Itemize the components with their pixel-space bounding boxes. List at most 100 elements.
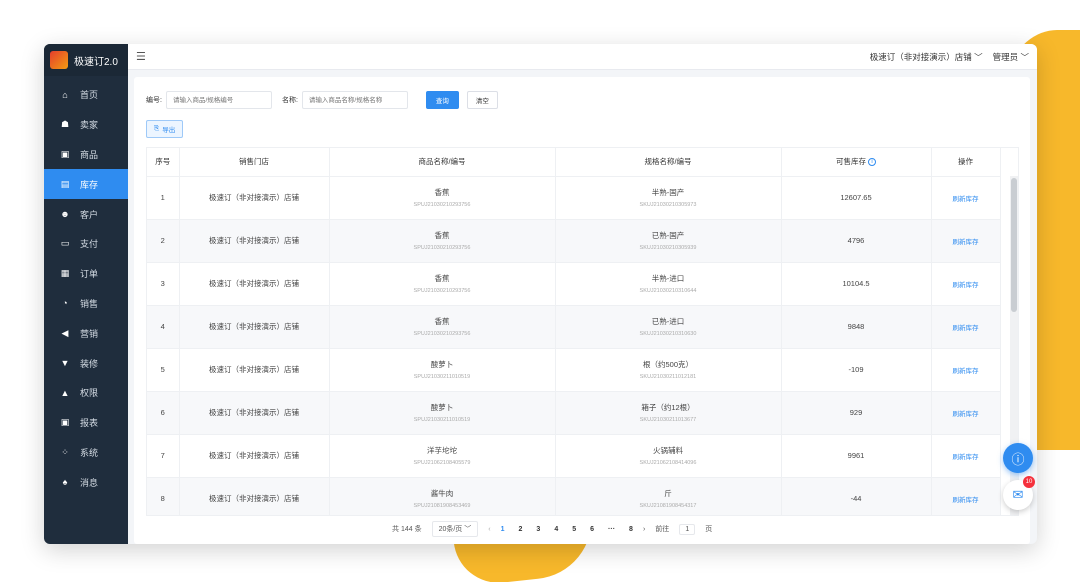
product-name: 香蕉: [434, 274, 450, 283]
scrollbar-thumb[interactable]: [1011, 178, 1017, 312]
product-name: 酱牛肉: [430, 489, 454, 498]
page-number[interactable]: 2: [519, 526, 523, 533]
cell-store: 极速订（非对接演示）店铺: [179, 434, 330, 478]
page-number[interactable]: 3: [536, 526, 540, 533]
spec-name: 箱子（约12根）: [641, 403, 695, 412]
clear-button[interactable]: 清空: [466, 91, 498, 109]
cell-action: 刷新库存: [931, 477, 1001, 515]
refresh-stock-link[interactable]: 刷新库存: [953, 239, 979, 246]
sidebar-item-system[interactable]: ⁘ 系统: [44, 438, 128, 468]
customer-icon: ☻: [60, 209, 70, 220]
page-ellipsis[interactable]: ···: [608, 526, 615, 533]
message-float-button[interactable]: ✉ 10: [1003, 476, 1035, 510]
sidebar-item-sales[interactable]: ◔ 销售: [44, 289, 128, 319]
spec-code: SKUJ21030210310630: [639, 331, 697, 337]
topbar: ☰ 极速订（非对接演示）店铺 ﹀ 管理员 ﹀: [128, 44, 1037, 70]
name-input[interactable]: [301, 91, 408, 109]
sidebar-item-goods[interactable]: ▣ 商品: [44, 140, 128, 170]
refresh-stock-link[interactable]: 刷新库存: [953, 282, 979, 289]
cell-index: 7: [147, 434, 180, 478]
marketing-icon: ◀: [61, 327, 69, 338]
page-number[interactable]: 8: [629, 526, 633, 533]
cell-action: 刷新库存: [931, 434, 1001, 478]
cell-index: 3: [147, 262, 180, 306]
cell-stock: -44: [781, 477, 932, 515]
cell-index: 4: [147, 305, 180, 349]
sidebar-item-label: 支付: [80, 239, 99, 250]
table-row: 8 极速订（非对接演示）店铺 酱牛肉 SPUJ21081908453469 斤 SK…: [147, 477, 1001, 515]
cell-action: 刷新库存: [931, 348, 1001, 392]
sidebar-item-bell[interactable]: ♠ 消息: [44, 467, 128, 497]
sidebar-item-decoration[interactable]: ▼ 装修: [44, 348, 128, 378]
sidebar-item-seller[interactable]: ☗ 卖家: [44, 110, 128, 140]
cell-stock: 9848: [781, 305, 932, 349]
cell-product: 酸萝卜 SPUJ21030211010519: [329, 391, 556, 435]
cell-product: 香蕉 SPUJ21030210293756: [329, 219, 556, 263]
sidebar-item-report[interactable]: ▣ 报表: [44, 408, 128, 438]
export-label: 导出: [162, 127, 176, 134]
spec-code: SKUJ21030210305939: [639, 245, 697, 251]
table-row: 4 极速订（非对接演示）店铺 香蕉 SPUJ21030210293756 已熟-进…: [147, 305, 1001, 349]
spec-name: 斤: [664, 489, 672, 498]
decoration-icon: ▼: [60, 358, 70, 369]
cell-store: 极速订（非对接演示）店铺: [179, 348, 330, 392]
name-label: 名称:: [281, 97, 298, 104]
export-button[interactable]: ⎘ 导出: [146, 120, 184, 138]
spec-name: 火锅辅料: [653, 446, 683, 455]
table-row: 7 极速订（非对接演示）店铺 洋芋坨坨 SPUJ21062108405579 火锅…: [147, 434, 1001, 478]
sidebar-item-order[interactable]: ▦ 订单: [44, 259, 128, 289]
refresh-stock-link[interactable]: 刷新库存: [953, 368, 979, 375]
page-size-select[interactable]: 20条/页 ﹀: [431, 521, 479, 537]
page-numbers: 1 2 3 4 5 6 ··· 8: [501, 526, 633, 533]
refresh-stock-link[interactable]: 刷新库存: [953, 196, 979, 203]
goto-suffix: 页: [705, 526, 713, 533]
page-number[interactable]: 4: [554, 526, 558, 533]
cell-product: 香蕉 SPUJ21030210293756: [329, 305, 556, 349]
refresh-stock-link[interactable]: 刷新库存: [953, 454, 979, 461]
header-index: 序号: [147, 148, 180, 177]
sales-icon: ◔: [62, 298, 68, 309]
goto-page-input[interactable]: 1: [679, 523, 696, 535]
page-number[interactable]: 5: [572, 526, 576, 533]
sidebar-item-payment[interactable]: ▭ 支付: [44, 229, 128, 259]
info-icon[interactable]: i: [868, 158, 877, 167]
spec-code: SKUJ21030210310644: [639, 288, 697, 294]
cell-stock: 12607.65: [781, 176, 932, 220]
page-number[interactable]: 6: [590, 526, 594, 533]
product-code: SPUJ21030210293756: [413, 245, 471, 251]
report-icon: ▣: [60, 417, 70, 428]
cell-product: 洋芋坨坨 SPUJ21062108405579: [329, 434, 556, 478]
sidebar-item-home[interactable]: ⌂ 首页: [44, 80, 128, 110]
sidebar-item-label: 销售: [80, 298, 99, 309]
refresh-stock-link[interactable]: 刷新库存: [953, 497, 979, 504]
lock-icon: ▲: [60, 387, 70, 398]
sidebar-item-marketing[interactable]: ◀ 营销: [44, 318, 128, 348]
prev-page-button[interactable]: ‹: [488, 526, 490, 533]
sidebar-item-lock[interactable]: ▲ 权限: [44, 378, 128, 408]
product-code: SPUJ21030210293756: [413, 331, 471, 337]
search-button[interactable]: 查询: [425, 91, 459, 109]
cell-product: 酸萝卜 SPUJ21030211010519: [329, 348, 556, 392]
home-icon: ⌂: [62, 89, 68, 100]
user-menu[interactable]: 管理员 ﹀: [993, 51, 1029, 63]
header-product: 商品名称/编号: [329, 148, 556, 177]
sidebar-item-label: 消息: [80, 477, 99, 488]
page-number[interactable]: 1: [501, 526, 505, 533]
help-float-button[interactable]: ⓘ: [1003, 443, 1033, 473]
product-name: 香蕉: [434, 317, 450, 326]
refresh-stock-link[interactable]: 刷新库存: [953, 411, 979, 418]
store-switcher[interactable]: 极速订（非对接演示）店铺 ﹀: [870, 51, 983, 63]
code-input[interactable]: [165, 91, 272, 109]
brand[interactable]: 极速订2.0: [44, 44, 128, 76]
app-title: 极速订2.0: [74, 56, 118, 68]
menu-toggle-icon[interactable]: ☰: [136, 50, 146, 63]
header-spec: 规格名称/编号: [555, 148, 782, 177]
sidebar-item-label: 系统: [80, 447, 99, 458]
sidebar-item-label: 商品: [80, 149, 99, 160]
refresh-stock-link[interactable]: 刷新库存: [953, 325, 979, 332]
sidebar-item-customer[interactable]: ☻ 客户: [44, 199, 128, 229]
next-page-button[interactable]: ›: [643, 526, 645, 533]
sidebar-item-inventory[interactable]: ▤ 库存: [44, 169, 128, 200]
cell-product: 香蕉 SPUJ21030210293756: [329, 262, 556, 306]
spec-code: SKUJ21081908454317: [639, 503, 697, 509]
